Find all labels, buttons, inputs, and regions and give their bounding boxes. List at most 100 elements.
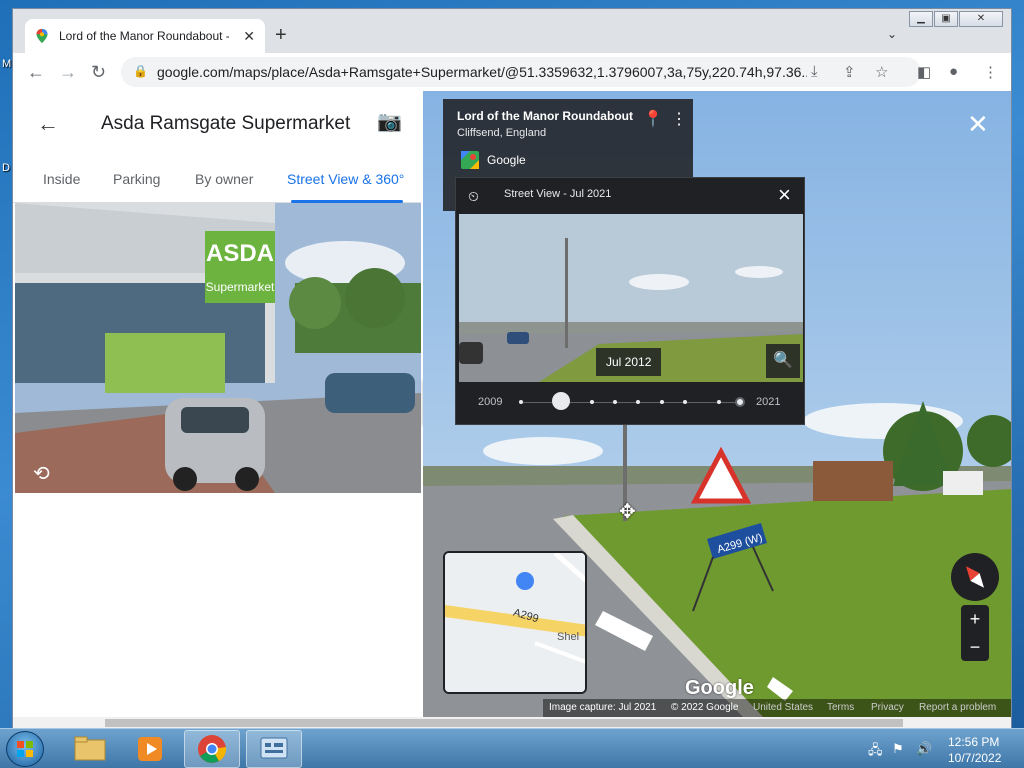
store-photo-image: ASDA Supermarket	[15, 203, 421, 493]
close-window-button[interactable]: ✕	[959, 11, 1003, 27]
volume-icon[interactable]: 🔊	[916, 741, 932, 757]
time-machine-title: Street View - Jul 2021	[504, 188, 612, 200]
url-text[interactable]: google.com/maps/place/Asda+Ramsgate+Supe…	[157, 64, 807, 80]
timeline-dot[interactable]	[613, 400, 617, 404]
minimap-place-label: Shel	[557, 631, 580, 643]
supermarket-sign-text: Supermarket	[206, 280, 275, 294]
privacy-link[interactable]: Privacy	[871, 702, 904, 713]
timeline-dot[interactable]	[717, 400, 721, 404]
lock-icon[interactable]: 🔒	[133, 64, 148, 78]
clock-time[interactable]: 12:56 PM	[948, 735, 999, 749]
minimize-button[interactable]: ▁	[909, 11, 933, 27]
zoom-in-button[interactable]: +	[961, 605, 989, 633]
start-button[interactable]	[6, 731, 44, 767]
tab-parking[interactable]: Parking	[113, 171, 160, 187]
media-player-button[interactable]	[122, 730, 178, 768]
windows-logo-icon	[17, 741, 33, 757]
time-machine-popup: ⏲ Street View - Jul 2021 × Jul 2012 🔍 20…	[455, 177, 805, 425]
maps-favicon-icon	[36, 29, 48, 43]
timeline-slider-handle[interactable]	[552, 392, 570, 410]
side-panel-icon[interactable]: ◧	[917, 63, 931, 81]
close-time-machine-icon[interactable]: ×	[778, 182, 791, 208]
forward-arrow-icon[interactable]: →	[59, 62, 77, 82]
region-link[interactable]: United States	[753, 702, 813, 713]
panel-back-icon[interactable]: ←	[37, 111, 59, 137]
browser-tab[interactable]: Lord of the Manor Roundabout - ✕	[25, 19, 265, 53]
browser-toolbar: ← → ↻ 🔒 google.com/maps/place/Asda+Ramsg…	[13, 53, 1011, 91]
new-tab-icon[interactable]: +	[275, 25, 287, 45]
timeline-end-year: 2021	[756, 396, 781, 408]
taskbar: 🖧 ⚑ 🔊 12:56 PM 10/7/2022	[0, 728, 1024, 768]
compass-needle-icon	[966, 566, 984, 588]
compass-icon[interactable]	[951, 553, 999, 601]
timeline-dot[interactable]	[519, 400, 523, 404]
zoom-control: + −	[961, 605, 989, 661]
file-explorer-button[interactable]	[62, 730, 118, 768]
clock-date[interactable]: 10/7/2022	[948, 751, 1001, 765]
desktop-icon-label[interactable]: M	[2, 58, 11, 70]
folder-icon	[74, 736, 106, 761]
timeline-dot[interactable]	[636, 400, 640, 404]
rotate-360-icon: ⟲	[33, 463, 50, 485]
history-icon[interactable]: ⏲	[468, 188, 479, 205]
location-subtitle: Cliffsend, England	[457, 127, 547, 139]
attribution-bar: Image capture: Jul 2021 © 2022 Google Un…	[543, 699, 1011, 717]
window-controls: ▁ ▣ ✕	[908, 11, 1003, 27]
maps-content: ← Asda Ramsgate Supermarket 📷 Inside Par…	[13, 91, 1011, 717]
menu-dots-icon[interactable]: ⋮	[983, 63, 998, 81]
tab-street-view[interactable]: Street View & 360°	[287, 171, 404, 187]
timeline-dot[interactable]	[683, 400, 687, 404]
desktop-icon-label[interactable]: D	[2, 162, 10, 174]
browser-window: Lord of the Manor Roundabout - ✕ + ⌄ ▁ ▣…	[12, 8, 1012, 730]
selected-date-label: Jul 2012	[596, 348, 662, 376]
action-center-icon[interactable]: ⚑	[892, 741, 904, 757]
mini-map-image	[445, 553, 585, 692]
asda-sign-text: ASDA	[206, 240, 274, 267]
location-title: Lord of the Manor Roundabout	[457, 109, 633, 123]
timeline-start-year: 2009	[478, 396, 503, 408]
share-icon[interactable]: ⇪	[843, 63, 856, 81]
control-panel-button[interactable]	[246, 730, 302, 768]
copyright-text: © 2022 Google	[671, 702, 739, 713]
chrome-icon	[198, 735, 227, 763]
reload-icon[interactable]: ↻	[91, 62, 106, 82]
map-pin-icon[interactable]: 📍	[643, 109, 663, 129]
timeline-dot[interactable]	[660, 400, 664, 404]
more-options-icon[interactable]: ⋮	[671, 109, 687, 129]
tab-search-chevron-icon[interactable]: ⌄	[887, 27, 897, 41]
scrollbar-thumb[interactable]	[105, 719, 903, 727]
network-icon[interactable]: 🖧	[868, 741, 883, 763]
report-problem-link[interactable]: Report a problem	[919, 702, 996, 713]
google-maps-logo-icon	[461, 151, 479, 169]
zoom-preview-icon[interactable]: 🔍	[766, 344, 800, 378]
tab-by-owner[interactable]: By owner	[195, 171, 253, 187]
terms-link[interactable]: Terms	[827, 702, 854, 713]
mini-map[interactable]: A299 Shel	[443, 551, 587, 694]
zoom-out-button[interactable]: −	[961, 633, 989, 661]
star-icon[interactable]: ☆	[875, 63, 888, 81]
move-cursor-icon: ✥	[619, 501, 636, 523]
tab-close-icon[interactable]: ✕	[243, 28, 255, 45]
maximize-button[interactable]: ▣	[934, 11, 958, 27]
back-arrow-icon[interactable]: ←	[27, 62, 45, 82]
google-watermark: Google	[685, 677, 754, 699]
photo-category-tabs: Inside Parking By owner Street View & 36…	[13, 155, 421, 203]
install-icon[interactable]: ⤓	[811, 63, 818, 80]
chrome-taskbar-button[interactable]	[184, 730, 240, 768]
address-bar[interactable]: 🔒 google.com/maps/place/Asda+Ramsgate+Su…	[121, 57, 921, 87]
panel-title: Asda Ramsgate Supermarket	[101, 113, 351, 134]
timeline-current-dot[interactable]	[735, 397, 745, 407]
profile-icon[interactable]: ●	[949, 63, 958, 80]
tab-inside[interactable]: Inside	[43, 171, 80, 187]
timeline-dot[interactable]	[590, 400, 594, 404]
media-player-icon	[138, 737, 162, 761]
photos-panel: ← Asda Ramsgate Supermarket 📷 Inside Par…	[13, 91, 421, 717]
street-view[interactable]: A299 (W) ✕ Lord of the Manor Roundabout …	[423, 91, 1011, 717]
provider-label: Google	[487, 153, 526, 167]
image-capture-date: Image capture: Jul 2021	[549, 702, 657, 713]
control-panel-icon	[260, 737, 288, 759]
add-photo-icon[interactable]: 📷	[377, 109, 402, 134]
store-photo[interactable]: ASDA Supermarket ⟲	[15, 203, 421, 493]
close-street-view-icon[interactable]: ✕	[967, 109, 989, 140]
tab-title: Lord of the Manor Roundabout -	[59, 29, 229, 43]
